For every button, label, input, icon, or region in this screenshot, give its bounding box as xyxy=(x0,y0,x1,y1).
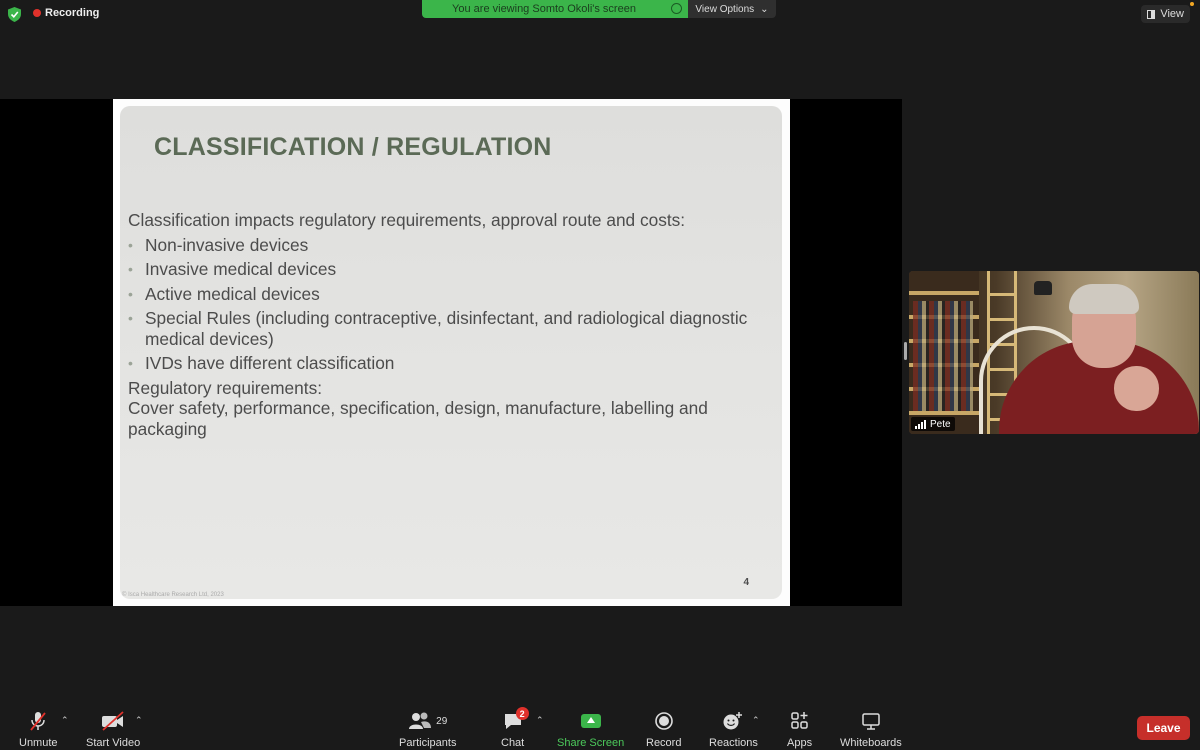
start-video-label: Start Video xyxy=(86,737,141,749)
participant-name: Pete xyxy=(930,418,951,430)
chat-unread-badge: 2 xyxy=(515,707,529,720)
banner-close-icon[interactable] xyxy=(671,3,682,14)
slide-intro: Classification impacts regulatory requir… xyxy=(128,210,686,230)
regulatory-heading: Regulatory requirements: xyxy=(128,377,323,398)
chat-button[interactable]: 2 Chat xyxy=(501,707,529,749)
video-drag-handle[interactable] xyxy=(904,342,907,360)
record-icon xyxy=(654,710,674,732)
video-books xyxy=(913,301,973,411)
recording-dot-icon xyxy=(33,9,41,17)
unmute-button[interactable]: Unmute xyxy=(19,710,58,749)
view-button[interactable]: View xyxy=(1141,5,1190,23)
slide-bullet: IVDs have different classification xyxy=(128,353,773,374)
video-options-chevron-icon[interactable]: ⌃ xyxy=(135,715,143,726)
reactions-button[interactable]: Reactions xyxy=(709,710,758,749)
record-button[interactable]: Record xyxy=(646,710,681,749)
reactions-options-chevron-icon[interactable]: ⌃ xyxy=(752,715,760,726)
slide-bullet: Non-invasive devices xyxy=(128,235,773,256)
participants-icon-group: 29 xyxy=(408,710,447,732)
slide-body: Classification impacts regulatory requir… xyxy=(128,210,773,439)
participants-label: Participants xyxy=(399,737,457,749)
microphone-muted-icon xyxy=(27,710,49,732)
participants-icon xyxy=(409,712,432,729)
reactions-label: Reactions xyxy=(709,737,758,749)
view-label: View xyxy=(1160,8,1184,20)
leave-button[interactable]: Leave xyxy=(1137,716,1190,740)
reactions-smiley-icon xyxy=(722,710,744,732)
notification-dot xyxy=(1190,2,1194,6)
start-video-button[interactable]: Start Video xyxy=(86,710,140,749)
screen-share-banner: You are viewing Somto Okoli's screen xyxy=(422,0,688,18)
view-options-label: View Options xyxy=(695,3,755,15)
presentation-slide: CLASSIFICATION / REGULATION Classificati… xyxy=(120,106,782,599)
participant-name-tag: Pete xyxy=(911,417,955,431)
share-screen-button[interactable]: Share Screen xyxy=(557,710,624,749)
view-options-button[interactable]: View Options ⌄ xyxy=(688,0,776,18)
participant-video-tile[interactable]: Pete xyxy=(909,271,1199,434)
video-person-hand xyxy=(1114,366,1159,411)
record-label: Record xyxy=(646,737,682,749)
slide-bullet: Active medical devices xyxy=(128,284,773,305)
share-screen-icon-wrap xyxy=(580,710,601,732)
regulatory-text: Cover safety, performance, specification… xyxy=(128,398,708,439)
whiteboard-icon xyxy=(860,710,882,732)
participants-count: 29 xyxy=(436,715,448,727)
apps-icon xyxy=(790,710,810,732)
shared-screen: CLASSIFICATION / REGULATION Classificati… xyxy=(0,99,902,606)
share-screen-label: Share Screen xyxy=(557,737,625,749)
video-lamp xyxy=(1034,281,1052,295)
share-screen-icon xyxy=(580,714,601,728)
slide-bullet-list: Non-invasive devices Invasive medical de… xyxy=(128,235,773,374)
participants-button[interactable]: 29 Participants xyxy=(399,710,456,749)
whiteboards-button[interactable]: Whiteboards xyxy=(840,710,902,749)
whiteboards-label: Whiteboards xyxy=(840,737,902,749)
apps-button[interactable]: Apps xyxy=(787,710,812,749)
recording-label: Recording xyxy=(45,7,100,19)
chat-label: Chat xyxy=(501,737,525,749)
audio-options-chevron-icon[interactable]: ⌃ xyxy=(61,715,69,726)
slide-frame: CLASSIFICATION / REGULATION Classificati… xyxy=(113,99,790,606)
slide-bullet: Invasive medical devices xyxy=(128,259,773,280)
unmute-label: Unmute xyxy=(19,737,58,749)
chat-options-chevron-icon[interactable]: ⌃ xyxy=(536,715,544,726)
meeting-window: Recording You are viewing Somto Okoli's … xyxy=(0,0,1200,750)
slide-title: CLASSIFICATION / REGULATION xyxy=(154,133,552,161)
security-shield-icon[interactable] xyxy=(8,7,21,22)
slide-page-number: 4 xyxy=(743,577,749,588)
slide-copyright: © Isca Healthcare Research Ltd, 2023 xyxy=(122,592,224,598)
slide-bullet: Special Rules (including contraceptive, … xyxy=(128,308,773,349)
chat-icon: 2 xyxy=(502,707,529,732)
banner-text: You are viewing Somto Okoli's screen xyxy=(452,3,636,15)
apps-label: Apps xyxy=(787,737,813,749)
meeting-toolbar: Unmute ⌃ Start Video ⌃ 29 Participants 2… xyxy=(0,706,1200,750)
video-person-hair xyxy=(1069,284,1139,314)
chevron-down-icon: ⌄ xyxy=(760,3,769,15)
signal-strength-icon xyxy=(915,419,926,429)
layout-icon xyxy=(1147,9,1156,19)
recording-indicator[interactable]: Recording xyxy=(33,7,99,19)
video-off-icon xyxy=(100,710,126,732)
